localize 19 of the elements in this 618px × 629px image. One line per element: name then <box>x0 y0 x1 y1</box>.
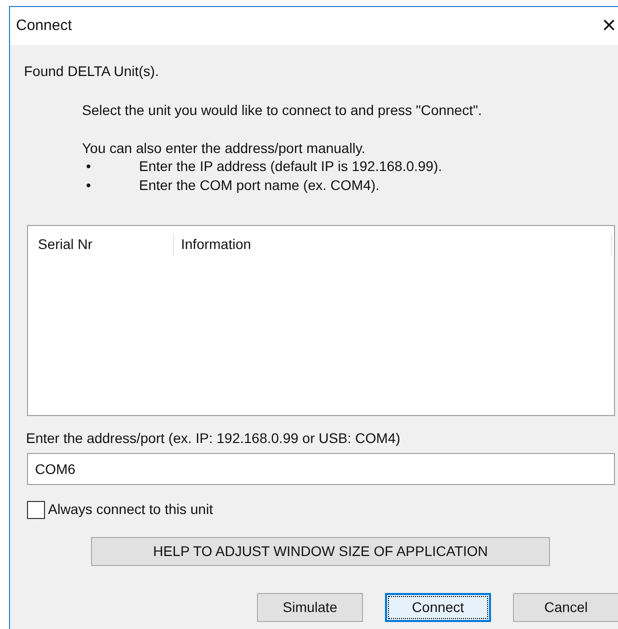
instruction-text: Select the unit you would like to connect to and press "Connect". <box>82 101 483 120</box>
checkbox[interactable] <box>27 500 45 518</box>
window-title: Connect <box>16 16 72 36</box>
column-header[interactable]: Serial Nr <box>28 234 174 256</box>
found-message: Found DELTA Unit(s). <box>24 62 160 81</box>
checkbox-label: Always connect to this unit <box>48 500 213 519</box>
bullet-marker: • <box>86 176 92 195</box>
dialog-button[interactable]: Cancel <box>513 593 618 622</box>
bullet-text: Enter the COM port name (ex. COM4). <box>139 176 380 195</box>
address-label: Enter the address/port (ex. IP: 192.168.0.99 or USB: COM4) <box>26 429 402 448</box>
manual-entry-text: You can also enter the address/port manually. <box>82 139 366 157</box>
bullet-text: Enter the IP address (default IP is 192.168.0.99). <box>139 157 442 176</box>
column-header[interactable]: Information <box>174 234 612 256</box>
dialog-button[interactable]: Connect <box>385 593 491 622</box>
close-button[interactable]: × <box>602 14 616 38</box>
help-button[interactable]: HELP TO ADJUST WINDOW SIZE OF APPLICATION <box>91 537 550 566</box>
bullet-marker: • <box>86 157 92 176</box>
address-field[interactable]: COM6 <box>27 453 615 485</box>
dialog-button[interactable]: Simulate <box>257 593 363 622</box>
